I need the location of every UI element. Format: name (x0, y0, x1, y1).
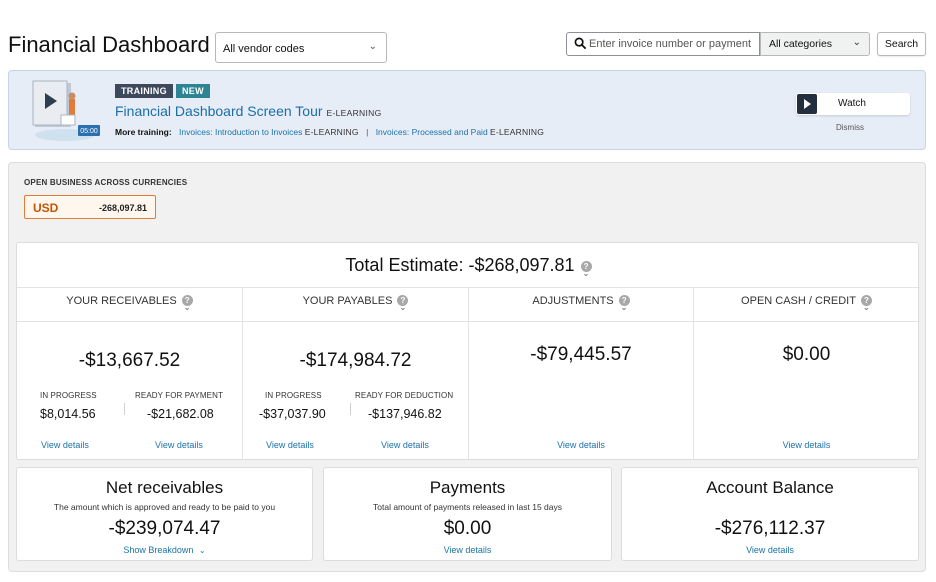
column-heading-label: YOUR PAYABLES (302, 295, 393, 307)
sub-label: IN PROGRESS (40, 391, 97, 400)
divider (350, 403, 351, 415)
receivables-amount: -$13,667.52 (78, 350, 181, 371)
currency-amount: -268,097.81 (99, 203, 148, 213)
net-receivables-card: Net receivables The amount which is appr… (16, 467, 313, 561)
training-title: Financial Dashboard Screen Tour E-LEARNIN… (115, 103, 382, 119)
more-training-label: More training: (115, 127, 172, 137)
sub-label: READY FOR DEDUCTION (355, 391, 454, 400)
card-title: Account Balance (706, 478, 834, 497)
training-badge: TRAINING (115, 84, 173, 98)
adjustments-amount: -$79,445.57 (530, 344, 632, 365)
column-heading-label: ADJUSTMENTS (532, 295, 614, 307)
search-icon (574, 37, 587, 50)
vendor-code-select[interactable]: All vendor codes ⌄ (215, 32, 387, 63)
training-title-link[interactable]: Financial Dashboard Screen Tour (115, 103, 323, 119)
sub-value: -$21,682.08 (147, 407, 214, 421)
sub-label: READY FOR PAYMENT (135, 391, 223, 400)
search-field[interactable] (566, 32, 760, 56)
card-amount: -$276,112.37 (714, 518, 826, 539)
new-badge: NEW (176, 84, 210, 98)
card-title: Net receivables (105, 478, 224, 497)
dismiss-link[interactable]: Dismiss (836, 123, 864, 132)
sub-label: IN PROGRESS (265, 391, 322, 400)
divider (124, 403, 125, 415)
total-estimate: Total Estimate: -$268,097.81? (17, 255, 920, 279)
page-title: Financial Dashboard (8, 32, 210, 57)
category-select[interactable]: All categories ⌄ (760, 32, 870, 56)
divider (468, 287, 469, 460)
card-description: The amount which is approved and ready t… (53, 502, 276, 512)
more-training: More training: Invoices: Introduction to… (115, 127, 544, 137)
vendor-select-value: All vendor codes (223, 43, 305, 55)
view-details-link[interactable]: View details (155, 440, 203, 450)
column-heading-label: OPEN CASH / CREDIT (741, 295, 856, 307)
training-link-processed-paid[interactable]: Invoices: Processed and Paid (376, 127, 488, 137)
training-banner: 05:00 TRAINING NEW Financial Dashboard S… (8, 70, 926, 150)
view-details-link[interactable]: View details (381, 440, 429, 450)
payables-heading: YOUR PAYABLES? (243, 295, 468, 313)
divider (693, 287, 694, 460)
view-details-link[interactable]: View details (694, 440, 919, 450)
divider (242, 287, 243, 460)
help-icon[interactable]: ? (860, 295, 872, 313)
help-icon[interactable]: ? (181, 295, 193, 313)
sub-value: $8,014.56 (40, 407, 96, 421)
search-button[interactable]: Search (877, 32, 926, 56)
open-business-panel: OPEN BUSINESS ACROSS CURRENCIES USD -268… (8, 162, 926, 572)
card-amount: $0.00 (443, 518, 492, 539)
currency-tab-usd[interactable]: USD -268,097.81 (24, 195, 156, 219)
account-balance-card: Account Balance -$276,112.37 View detail… (621, 467, 919, 561)
category-select-value: All categories (769, 38, 833, 50)
training-link-type: E-LEARNING (304, 127, 359, 137)
total-estimate-label: Total Estimate: -$268,097.81 (345, 255, 575, 275)
training-link-intro-invoices[interactable]: Invoices: Introduction to Invoices (179, 127, 302, 137)
show-breakdown-link[interactable]: Show Breakdown ⌄ (17, 545, 312, 555)
chevron-down-icon: ⌄ (368, 41, 377, 52)
card-title: Payments (429, 478, 506, 497)
training-link-type: E-LEARNING (490, 127, 545, 137)
view-details-link[interactable]: View details (266, 440, 314, 450)
adjustments-heading: ADJUSTMENTS? (469, 295, 693, 313)
watch-label: Watch (838, 98, 866, 109)
view-details-link[interactable]: View details (41, 440, 89, 450)
help-icon[interactable]: ? (397, 295, 409, 313)
view-details-link[interactable]: View details (622, 545, 918, 555)
payments-card: Payments Total amount of payments releas… (323, 467, 612, 561)
open-cash-heading: OPEN CASH / CREDIT? (694, 295, 919, 313)
payables-amount: -$174,984.72 (299, 350, 412, 371)
view-details-link[interactable]: View details (324, 545, 611, 555)
search-input[interactable] (589, 36, 757, 52)
open-business-title: OPEN BUSINESS ACROSS CURRENCIES (24, 178, 188, 187)
receivables-heading: YOUR RECEIVABLES? (17, 295, 242, 313)
view-details-link[interactable]: View details (469, 440, 693, 450)
video-duration: 05:00 (80, 128, 98, 135)
summary-box: Total Estimate: -$268,097.81? YOUR RECEI… (16, 242, 920, 460)
chevron-down-icon: ⌄ (852, 37, 861, 48)
help-icon[interactable]: ? (580, 261, 592, 279)
watch-button[interactable]: Watch (796, 93, 910, 115)
show-breakdown-label[interactable]: Show Breakdown (123, 545, 193, 555)
help-icon[interactable]: ? (618, 295, 630, 313)
sub-value: -$37,037.90 (259, 407, 326, 421)
chevron-down-icon: ⌄ (198, 546, 206, 555)
card-description: Total amount of payments released in las… (373, 502, 562, 512)
sub-value: -$137,946.82 (368, 407, 442, 421)
card-amount: -$239,074.47 (108, 518, 221, 539)
separator: | (366, 127, 369, 137)
play-icon (797, 94, 817, 114)
column-heading-label: YOUR RECEIVABLES (66, 295, 177, 307)
training-type: E-LEARNING (326, 108, 382, 118)
open-cash-amount: $0.00 (782, 344, 831, 365)
currency-code: USD (33, 201, 59, 215)
